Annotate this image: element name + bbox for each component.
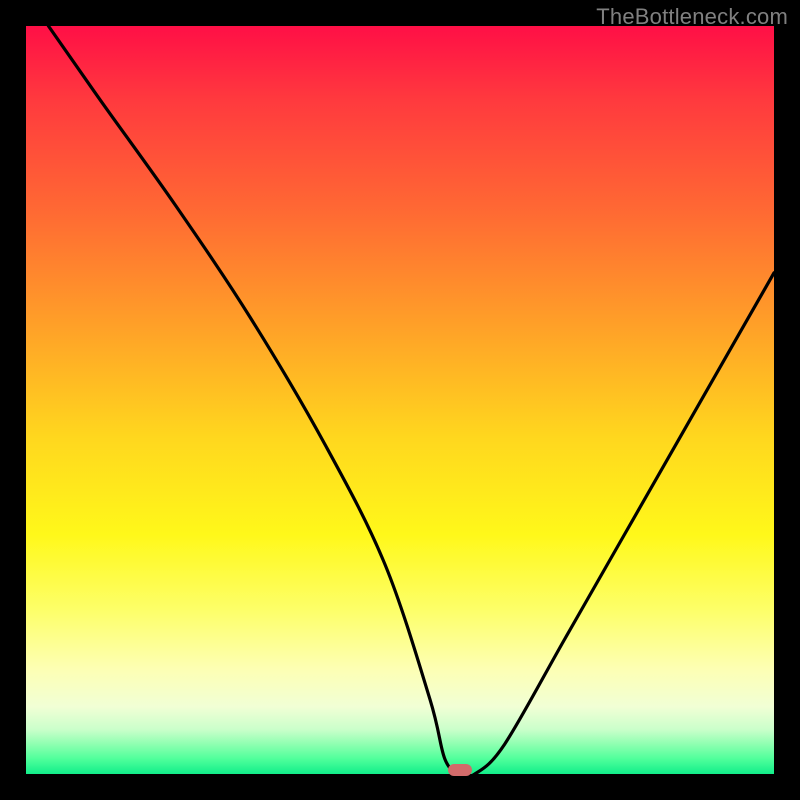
curve-path: [48, 26, 774, 774]
plot-area: [26, 26, 774, 774]
bottleneck-curve: [26, 26, 774, 774]
chart-container: TheBottleneck.com: [0, 0, 800, 800]
optimal-point-marker: [448, 764, 472, 776]
